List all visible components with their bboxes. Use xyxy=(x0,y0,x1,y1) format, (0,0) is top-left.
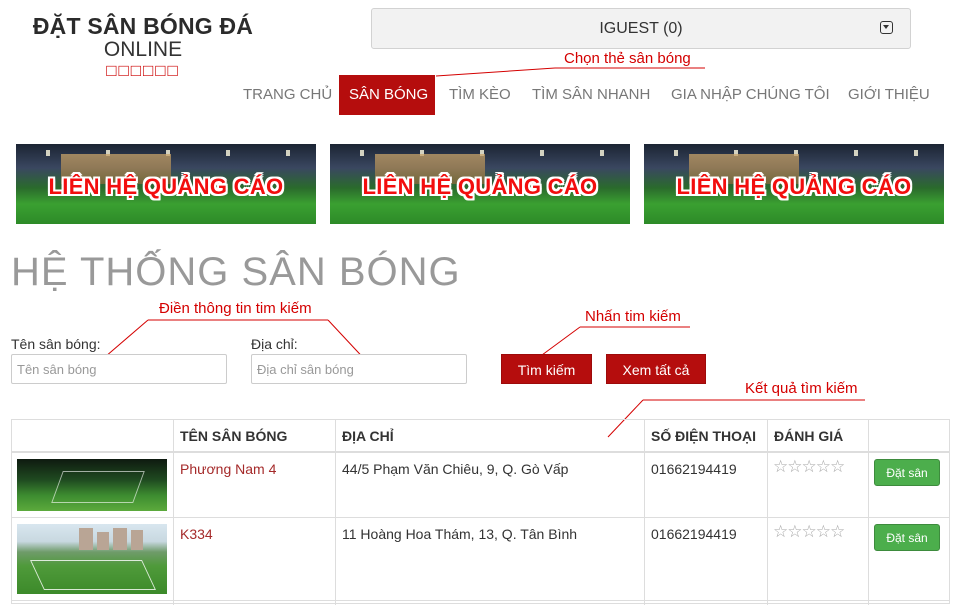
rating-stars[interactable]: ☆☆☆☆☆ xyxy=(773,457,845,477)
table-row xyxy=(17,459,167,511)
annotation-search-results: Kết quả tìm kiếm xyxy=(745,380,858,397)
annotation-choose-field: Chọn thẻ sân bóng xyxy=(564,50,691,67)
column-header-action xyxy=(868,420,951,452)
annotation-fill-search: Điền thông tin tim kiếm xyxy=(159,300,312,317)
ad-banner[interactable]: LIÊN HỆ QUẢNG CÁO xyxy=(644,144,944,224)
field-name-link[interactable]: K334 xyxy=(180,526,213,542)
column-header-image xyxy=(12,420,173,452)
rating-stars[interactable]: ☆☆☆☆☆ xyxy=(773,522,845,542)
field-address: 44/5 Phạm Văn Chiêu, 9, Q. Gò Vấp xyxy=(342,461,569,477)
address-input[interactable] xyxy=(251,354,467,384)
field-phone: 01662194419 xyxy=(651,526,737,542)
field-thumbnail[interactable] xyxy=(17,459,167,511)
ad-banner-text: LIÊN HỆ QUẢNG CÁO xyxy=(362,174,598,199)
view-all-button[interactable]: Xem tất cả xyxy=(606,354,706,384)
book-field-button[interactable]: Đặt sân xyxy=(874,459,940,486)
address-label: Địa chỉ: xyxy=(251,336,298,352)
field-address: 11 Hoàng Hoa Thám, 13, Q. Tân Bình xyxy=(342,526,578,542)
field-phone: 01662194419 xyxy=(651,461,737,477)
ad-banner-text: LIÊN HỆ QUẢNG CÁO xyxy=(676,174,912,199)
ad-banner-text: LIÊN HỆ QUẢNG CÁO xyxy=(48,174,284,199)
ad-banner[interactable]: LIÊN HỆ QUẢNG CÁO xyxy=(330,144,630,224)
results-table: TÊN SÂN BÓNG ĐỊA CHỈ SỐ ĐIỆN THOẠI ĐÁNH … xyxy=(11,419,951,605)
table-row xyxy=(17,524,167,594)
page-title: HỆ THỐNG SÂN BÓNG xyxy=(11,250,461,294)
column-header-name: TÊN SÂN BÓNG xyxy=(180,428,288,444)
field-name-label: Tên sân bóng: xyxy=(11,336,101,352)
search-button[interactable]: Tìm kiếm xyxy=(501,354,592,384)
book-field-button[interactable]: Đặt sân xyxy=(874,524,940,551)
field-name-link[interactable]: Phương Nam 4 xyxy=(180,461,276,477)
ad-banner[interactable]: LIÊN HỆ QUẢNG CÁO xyxy=(16,144,316,224)
field-thumbnail[interactable] xyxy=(17,524,167,594)
annotation-press-search: Nhấn tim kiếm xyxy=(585,308,681,325)
column-header-phone: SỐ ĐIỆN THOẠI xyxy=(651,428,757,444)
field-name-input[interactable] xyxy=(11,354,227,384)
column-header-address: ĐỊA CHỈ xyxy=(342,428,394,444)
column-header-rating: ĐÁNH GIÁ xyxy=(774,428,844,444)
